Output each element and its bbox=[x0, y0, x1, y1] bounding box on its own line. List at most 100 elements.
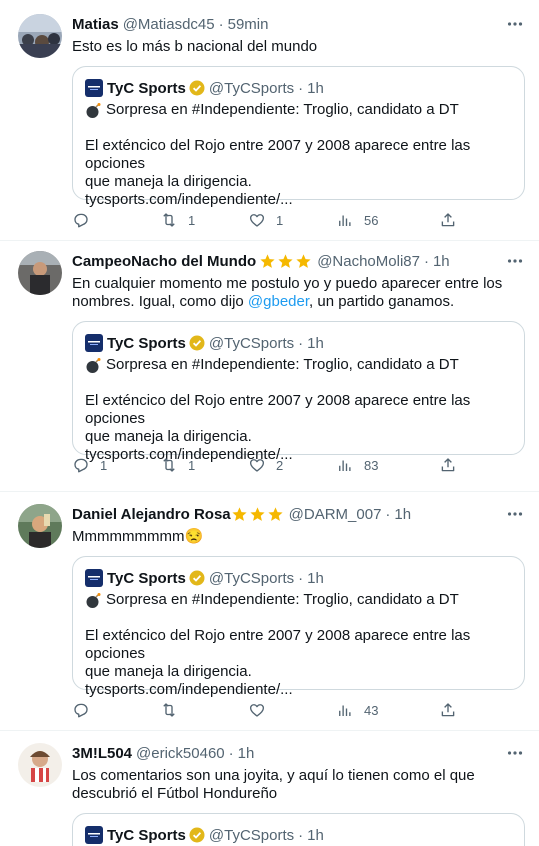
quoted-tweet[interactable]: TyC Sports @TyCSports · 1h bbox=[72, 813, 525, 846]
more-options-icon[interactable] bbox=[505, 14, 525, 34]
reply-button[interactable] bbox=[72, 211, 160, 229]
share-button[interactable] bbox=[439, 701, 457, 719]
timestamp[interactable]: 1h bbox=[433, 253, 450, 270]
quote-body: El exténcico del Rojo entre 2007 y 2008 … bbox=[85, 627, 512, 699]
reply-button[interactable]: 1 bbox=[72, 456, 160, 474]
quote-user-handle: @TyCSports bbox=[208, 334, 295, 352]
tweet[interactable]: 3M!L504 @erick50460 · 1h Los comentarios… bbox=[0, 731, 539, 846]
reply-icon bbox=[74, 703, 88, 718]
avatar[interactable] bbox=[18, 14, 62, 58]
views-button[interactable]: 56 bbox=[336, 211, 424, 229]
views-icon bbox=[339, 460, 351, 471]
stars-badge bbox=[231, 506, 285, 523]
reply-count: 1 bbox=[100, 457, 108, 473]
views-icon bbox=[339, 215, 351, 226]
display-name[interactable]: 3M!L504 bbox=[72, 745, 132, 762]
reply-button[interactable] bbox=[72, 701, 160, 719]
quote-body-line: El exténcico del Rojo entre 2007 y 2008 … bbox=[85, 137, 471, 172]
views-button[interactable]: 83 bbox=[336, 456, 424, 474]
tweet[interactable]: CampeoNacho del Mundo @NachoMoli87 · 1h … bbox=[0, 241, 539, 492]
display-name[interactable]: Daniel Alejandro Rosa bbox=[72, 506, 231, 523]
like-button[interactable]: 2 bbox=[248, 456, 336, 474]
tweet[interactable]: Matias @Matiasdc45 · 59min Esto es lo má… bbox=[0, 0, 539, 241]
separator: · bbox=[385, 505, 391, 523]
views-button[interactable]: 43 bbox=[336, 701, 424, 719]
quote-timestamp: 1h bbox=[307, 334, 324, 352]
user-handle[interactable]: @Matiasdc45 bbox=[123, 16, 215, 33]
share-button[interactable] bbox=[439, 211, 457, 229]
verified-badge-icon bbox=[189, 827, 205, 843]
quote-headline: Sorpresa en #Independiente: Troglio, can… bbox=[106, 356, 459, 373]
views-count: 56 bbox=[364, 212, 379, 228]
timestamp[interactable]: 1h bbox=[238, 745, 255, 762]
avatar[interactable] bbox=[18, 251, 62, 295]
quote-timestamp: 1h bbox=[307, 79, 324, 97]
stars-badge bbox=[259, 253, 313, 270]
tweet-header: CampeoNacho del Mundo @NachoMoli87 · 1h bbox=[72, 251, 525, 271]
heart-icon bbox=[249, 459, 265, 472]
separator: · bbox=[298, 79, 304, 97]
star-icon bbox=[250, 506, 265, 521]
quote-user-handle: @TyCSports bbox=[208, 569, 295, 587]
tweet-actions: 1 1 2 83 bbox=[72, 455, 457, 475]
tweet-actions: 1 1 56 bbox=[72, 210, 457, 230]
quote-timestamp: 1h bbox=[307, 569, 324, 587]
separator: · bbox=[423, 252, 429, 270]
timestamp[interactable]: 1h bbox=[394, 506, 411, 523]
like-count: 1 bbox=[276, 212, 284, 228]
tyc-logo-icon bbox=[85, 569, 103, 587]
more-options-icon[interactable] bbox=[505, 504, 525, 524]
quoted-tweet[interactable]: TyC Sports @TyCSports · 1h Sorpresa en #… bbox=[72, 321, 525, 463]
verified-badge-icon bbox=[189, 80, 205, 96]
retweet-button[interactable]: 1 bbox=[160, 211, 248, 229]
tweet-text-part: , un partido ganamos. bbox=[309, 293, 455, 310]
separator: · bbox=[218, 15, 224, 33]
retweet-button[interactable]: 1 bbox=[160, 456, 248, 474]
tyc-logo-icon bbox=[85, 826, 103, 844]
quote-link[interactable]: tycsports.com/independiente/... bbox=[85, 681, 512, 699]
heart-icon bbox=[249, 214, 265, 227]
more-options-icon[interactable] bbox=[505, 743, 525, 763]
quote-headline: Sorpresa en #Independiente: Troglio, can… bbox=[106, 101, 459, 118]
more-options-icon[interactable] bbox=[505, 251, 525, 271]
verified-badge-icon bbox=[189, 570, 205, 586]
quoted-tweet[interactable]: TyC Sports @TyCSports · 1h Sorpresa en #… bbox=[72, 66, 525, 208]
timestamp[interactable]: 59min bbox=[228, 16, 269, 33]
quote-display-name: TyC Sports bbox=[107, 334, 186, 352]
tweet-actions: 43 bbox=[72, 700, 457, 720]
avatar[interactable] bbox=[18, 504, 62, 548]
heart-icon bbox=[249, 704, 265, 717]
tweet[interactable]: Daniel Alejandro Rosa @DARM_007 · 1h Mmm… bbox=[0, 492, 539, 731]
share-button[interactable] bbox=[439, 456, 457, 474]
separator: · bbox=[298, 334, 304, 352]
bomb-icon bbox=[86, 102, 101, 118]
quote-link[interactable]: tycsports.com/independiente/... bbox=[85, 191, 512, 209]
retweet-button[interactable] bbox=[160, 701, 248, 719]
tyc-logo-icon bbox=[85, 334, 103, 352]
star-icon bbox=[232, 506, 247, 521]
star-icon bbox=[260, 253, 275, 268]
retweet-icon bbox=[163, 213, 175, 227]
retweet-icon bbox=[163, 458, 175, 472]
tweet-text: Mmmmmmmmm😒 bbox=[72, 528, 204, 545]
quote-body: El exténcico del Rojo entre 2007 y 2008 … bbox=[85, 137, 512, 209]
display-name[interactable]: Matias bbox=[72, 16, 119, 33]
share-icon bbox=[441, 213, 455, 227]
quoted-tweet[interactable]: TyC Sports @TyCSports · 1h Sorpresa en #… bbox=[72, 556, 525, 698]
retweet-count: 1 bbox=[188, 212, 196, 228]
like-button[interactable]: 1 bbox=[248, 211, 336, 229]
user-handle[interactable]: @NachoMoli87 bbox=[317, 253, 420, 270]
quote-timestamp: 1h bbox=[307, 826, 324, 844]
quote-headline: Sorpresa en #Independiente: Troglio, can… bbox=[106, 591, 459, 608]
display-name[interactable]: CampeoNacho del Mundo bbox=[72, 253, 256, 270]
quote-display-name: TyC Sports bbox=[107, 569, 186, 587]
star-icon bbox=[296, 253, 311, 268]
tweet-text: Esto es lo más b nacional del mundo bbox=[72, 38, 318, 55]
like-button[interactable] bbox=[248, 701, 336, 719]
user-handle[interactable]: @DARM_007 bbox=[289, 506, 382, 523]
avatar[interactable] bbox=[18, 743, 62, 787]
verified-badge-icon bbox=[189, 335, 205, 351]
share-icon bbox=[441, 703, 455, 717]
user-handle[interactable]: @erick50460 bbox=[136, 745, 225, 762]
mention-link[interactable]: @gbeder bbox=[248, 293, 309, 310]
